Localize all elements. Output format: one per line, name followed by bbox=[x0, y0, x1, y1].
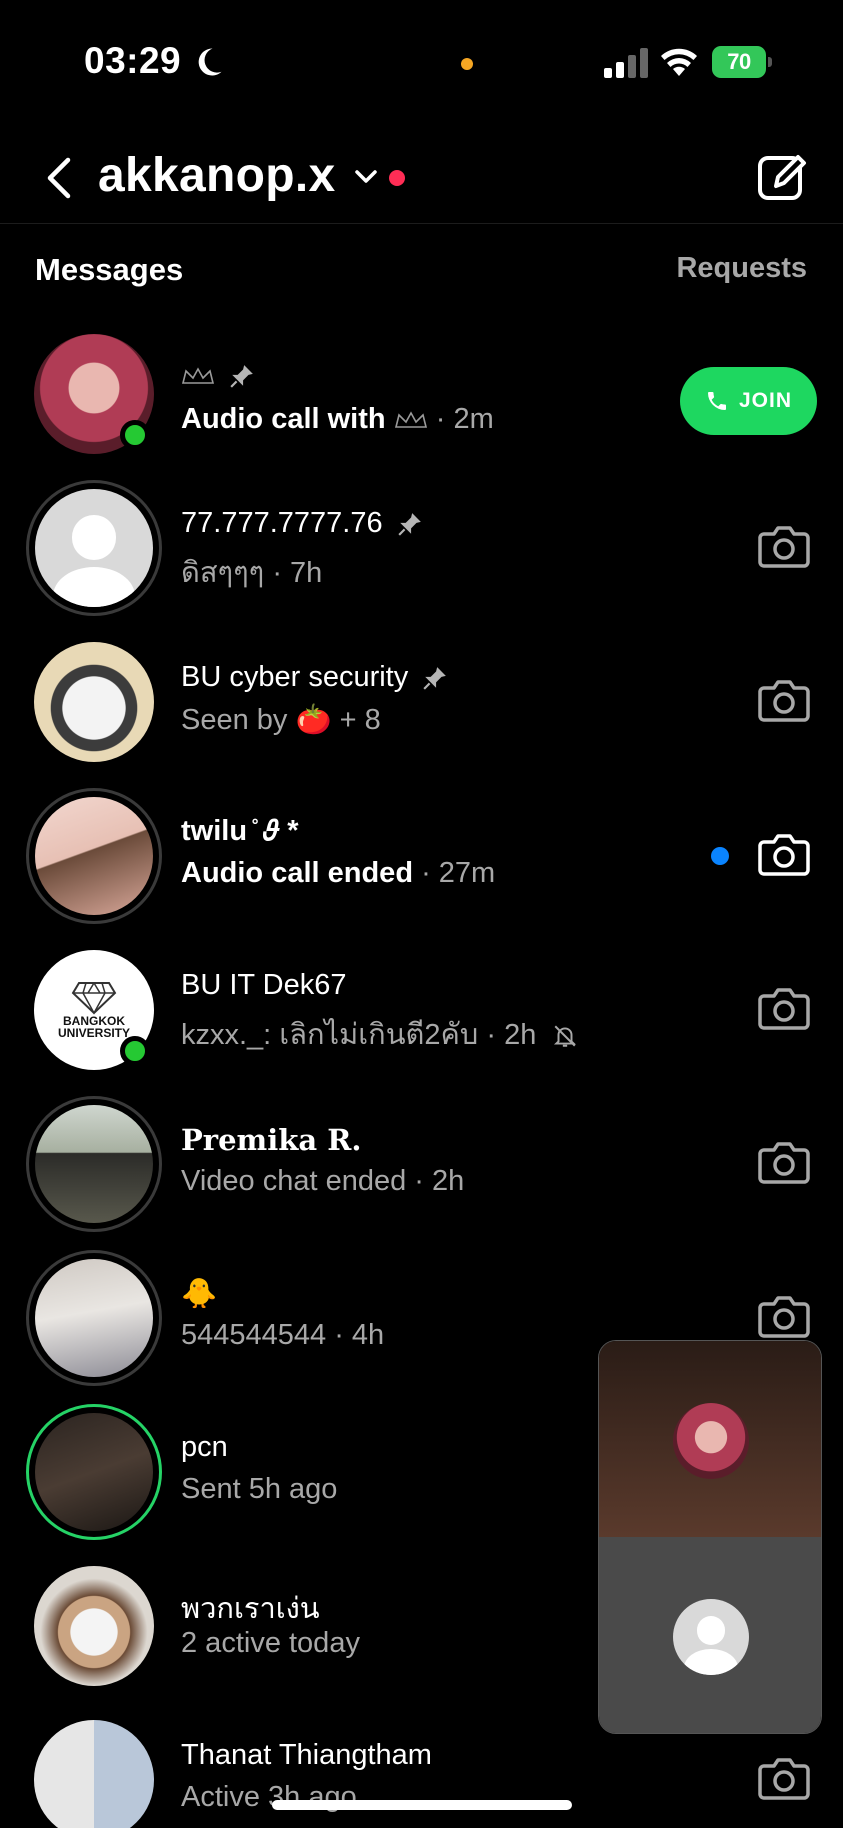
phone-icon bbox=[707, 392, 726, 410]
list-item[interactable]: BANGKOK UNIVERSITY BU IT Dek67 kzxx._: เ… bbox=[0, 933, 843, 1087]
chevron-down-icon[interactable] bbox=[352, 164, 380, 188]
conversation-name: พวกเราเง่น bbox=[181, 1593, 320, 1625]
crown-icon bbox=[394, 411, 427, 429]
logo-line-2: UNIVERSITY bbox=[57, 1026, 130, 1040]
conversation-subtitle: Video chat ended bbox=[181, 1165, 407, 1197]
list-item[interactable]: 77.777.7777.76 ดิสๆๆๆ · 7h bbox=[0, 471, 843, 625]
conversation-subtitle: kzxx._: เลิกไม่เกินตี2คับ bbox=[181, 1019, 479, 1051]
account-name[interactable]: akkanop.x bbox=[98, 148, 335, 203]
conversation-subtitle: Audio call ended bbox=[181, 857, 414, 889]
battery-indicator: 70 bbox=[712, 46, 772, 78]
conversation-subtitle: Sent 5h ago bbox=[181, 1473, 338, 1505]
conversation-subtitle: ดิสๆๆๆ bbox=[181, 557, 265, 589]
join-label: JOIN bbox=[738, 389, 792, 412]
privacy-indicator-dot bbox=[461, 58, 473, 70]
list-item[interactable]: BU cyber security Seen by 🍅 + 8 bbox=[0, 625, 843, 779]
list-item[interactable]: twilu ̊ 𝜗 * Audio call ended · 27m bbox=[0, 779, 843, 933]
conversation-name: 🐥 bbox=[181, 1278, 218, 1310]
avatar[interactable] bbox=[34, 642, 154, 762]
moon-icon bbox=[198, 48, 222, 76]
conversation-name: BU cyber security bbox=[181, 661, 409, 693]
pip-self-pane bbox=[599, 1537, 821, 1733]
battery-level: 70 bbox=[727, 49, 751, 74]
avatar[interactable] bbox=[26, 788, 162, 924]
unread-indicator bbox=[711, 847, 729, 865]
tab-messages[interactable]: Messages bbox=[35, 252, 183, 288]
conversation-time: · 7h bbox=[264, 557, 323, 589]
join-call-button[interactable]: JOIN bbox=[680, 367, 817, 435]
status-time: 03:29 bbox=[84, 40, 182, 81]
online-status-dot bbox=[120, 1036, 150, 1066]
list-item[interactable]: 𝐏𝐫𝐞𝐦𝐢𝐤𝐚 𝐑. Video chat ended · 2h bbox=[0, 1087, 843, 1241]
conversation-time: · 27m bbox=[413, 857, 496, 889]
conversation-name: 𝐏𝐫𝐞𝐦𝐢𝐤𝐚 𝐑. bbox=[181, 1123, 362, 1157]
muted-bell-icon bbox=[554, 1025, 577, 1048]
conversation-subtitle: Seen by 🍅 + 8 bbox=[181, 704, 381, 736]
crown-icon bbox=[181, 367, 215, 385]
camera-icon[interactable] bbox=[758, 1754, 810, 1802]
pin-icon bbox=[423, 667, 447, 690]
conversation-time: · 2h bbox=[406, 1165, 465, 1197]
conversation-name: 77.777.7777.76 bbox=[181, 507, 383, 539]
back-chevron-icon[interactable] bbox=[40, 154, 80, 202]
online-status-dot bbox=[120, 420, 150, 450]
conversation-time: · 2m bbox=[427, 403, 494, 435]
call-pip-window[interactable] bbox=[598, 1340, 822, 1734]
conversation-subtitle: 2 active today bbox=[181, 1627, 360, 1659]
cellular-signal-icon bbox=[604, 48, 648, 78]
header: akkanop.x bbox=[0, 120, 843, 224]
conversation-subtitle: 544544544 bbox=[181, 1319, 327, 1351]
tab-requests[interactable]: Requests bbox=[676, 252, 807, 285]
conversation-time: · 2h bbox=[478, 1019, 537, 1051]
inbox-tabs: Messages Requests bbox=[0, 244, 843, 294]
conversation-name: twilu ̊ 𝜗 * bbox=[181, 815, 299, 847]
pin-icon bbox=[230, 365, 253, 388]
conversation-name: Thanat Thiangtham bbox=[181, 1739, 432, 1771]
pin-icon bbox=[398, 513, 421, 536]
avatar[interactable] bbox=[26, 1096, 162, 1232]
camera-icon[interactable] bbox=[758, 1292, 810, 1340]
camera-icon[interactable] bbox=[758, 676, 810, 724]
camera-icon[interactable] bbox=[758, 984, 810, 1032]
pip-caller-pane bbox=[599, 1341, 821, 1537]
camera-icon[interactable] bbox=[758, 830, 810, 878]
conversation-time: · 4h bbox=[326, 1319, 385, 1351]
self-avatar bbox=[673, 1599, 749, 1675]
avatar[interactable] bbox=[26, 1404, 162, 1540]
avatar[interactable] bbox=[34, 1566, 154, 1686]
compose-icon[interactable] bbox=[756, 150, 808, 202]
camera-icon[interactable] bbox=[758, 522, 810, 570]
conversation-name: pcn bbox=[181, 1431, 228, 1463]
avatar[interactable] bbox=[26, 480, 162, 616]
conversation-name: BU IT Dek67 bbox=[181, 969, 347, 1001]
wifi-icon bbox=[661, 48, 697, 76]
conversation-subtitle: Audio call with bbox=[181, 403, 386, 435]
list-item[interactable]: Audio call with · 2m JOIN bbox=[0, 317, 843, 471]
avatar[interactable] bbox=[34, 1720, 154, 1828]
home-indicator[interactable] bbox=[272, 1800, 572, 1810]
notification-dot bbox=[389, 170, 405, 186]
camera-icon[interactable] bbox=[758, 1138, 810, 1186]
diamond-logo-icon bbox=[71, 982, 117, 1015]
caller-avatar bbox=[673, 1403, 749, 1479]
avatar[interactable] bbox=[26, 1250, 162, 1386]
status-bar: 03:29 70 bbox=[0, 0, 843, 120]
